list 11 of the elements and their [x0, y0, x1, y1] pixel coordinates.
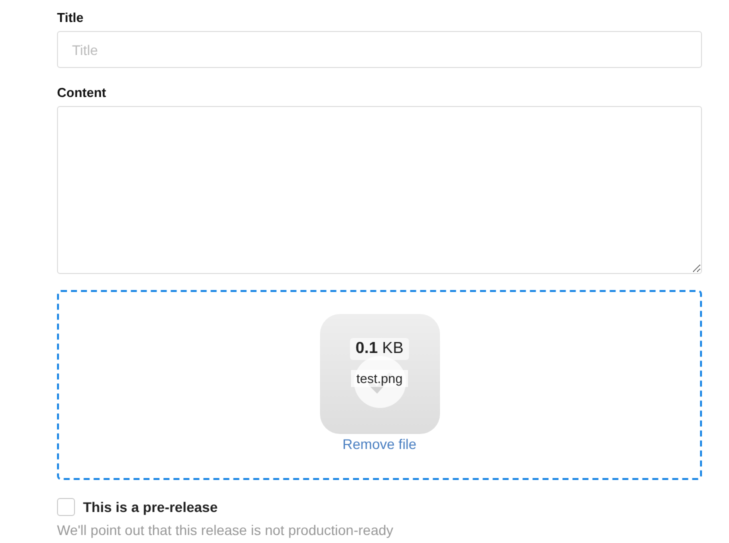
- checkbox[interactable]: [57, 498, 75, 516]
- title-label: Title: [57, 10, 84, 25]
- content-field[interactable]: [57, 106, 702, 274]
- title-field[interactable]: Title: [57, 31, 702, 68]
- file-size: 0.1 KB: [350, 338, 409, 360]
- remove-file-link[interactable]: Remove file: [342, 436, 416, 452]
- file-name: test.png: [351, 370, 408, 387]
- content-label: Content: [57, 85, 108, 100]
- checkbox-label: This is a pre-release: [83, 499, 218, 515]
- hint-text: We'll point out that this release is not production-ready: [57, 522, 394, 538]
- file-dropzone[interactable]: 0.1 KB test.png Remove file: [57, 290, 702, 480]
